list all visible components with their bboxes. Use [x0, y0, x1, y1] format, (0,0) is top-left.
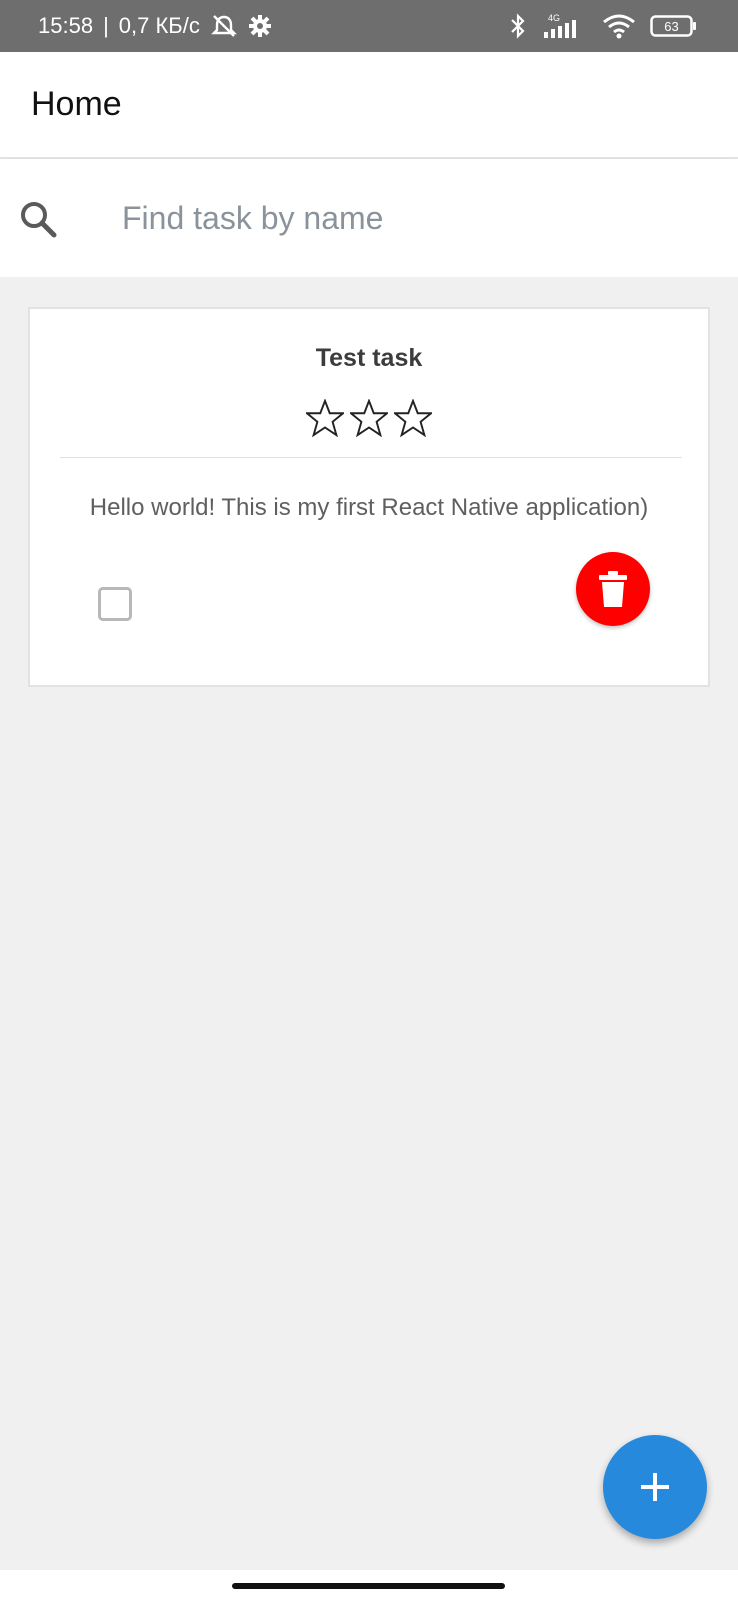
search-bar: [0, 159, 738, 277]
add-task-button[interactable]: [603, 1435, 707, 1539]
status-separator: |: [103, 13, 109, 38]
page-title: Home: [31, 85, 122, 123]
status-time: 15:58: [38, 13, 94, 38]
star-icon[interactable]: [394, 399, 432, 437]
card-divider: [60, 457, 682, 458]
task-title: Test task: [315, 344, 423, 372]
signal-icon: 4G: [544, 13, 576, 38]
status-left: 15:58 | 0,7 КБ/с: [38, 13, 272, 39]
battery-level: 63: [664, 19, 678, 34]
star-icon[interactable]: [306, 399, 344, 437]
task-card[interactable]: Test task Hello world! This is my first …: [28, 307, 710, 687]
network-type: 4G: [548, 13, 560, 23]
app-header: Home: [0, 52, 738, 158]
status-right: 4G 63: [508, 12, 698, 40]
trash-icon: [599, 571, 627, 607]
alarm-off-icon: [210, 15, 237, 37]
plus-icon: [641, 1473, 669, 1501]
task-description: Hello world! This is my first React Nati…: [89, 494, 649, 521]
battery-icon: 63: [650, 15, 696, 37]
star-rating: [30, 399, 708, 437]
search-input[interactable]: [122, 193, 702, 243]
delete-task-button[interactable]: [576, 552, 650, 626]
search-icon[interactable]: [18, 199, 58, 239]
status-bar: 15:58 | 0,7 КБ/с 4G 63: [0, 0, 738, 52]
wifi-icon: [603, 14, 635, 39]
star-icon[interactable]: [350, 399, 388, 437]
bluetooth-icon: [511, 13, 525, 39]
status-network-speed: 0,7 КБ/с: [118, 13, 200, 38]
settings-icon: [248, 15, 271, 37]
home-indicator[interactable]: [232, 1583, 505, 1589]
task-complete-checkbox[interactable]: [98, 587, 132, 621]
